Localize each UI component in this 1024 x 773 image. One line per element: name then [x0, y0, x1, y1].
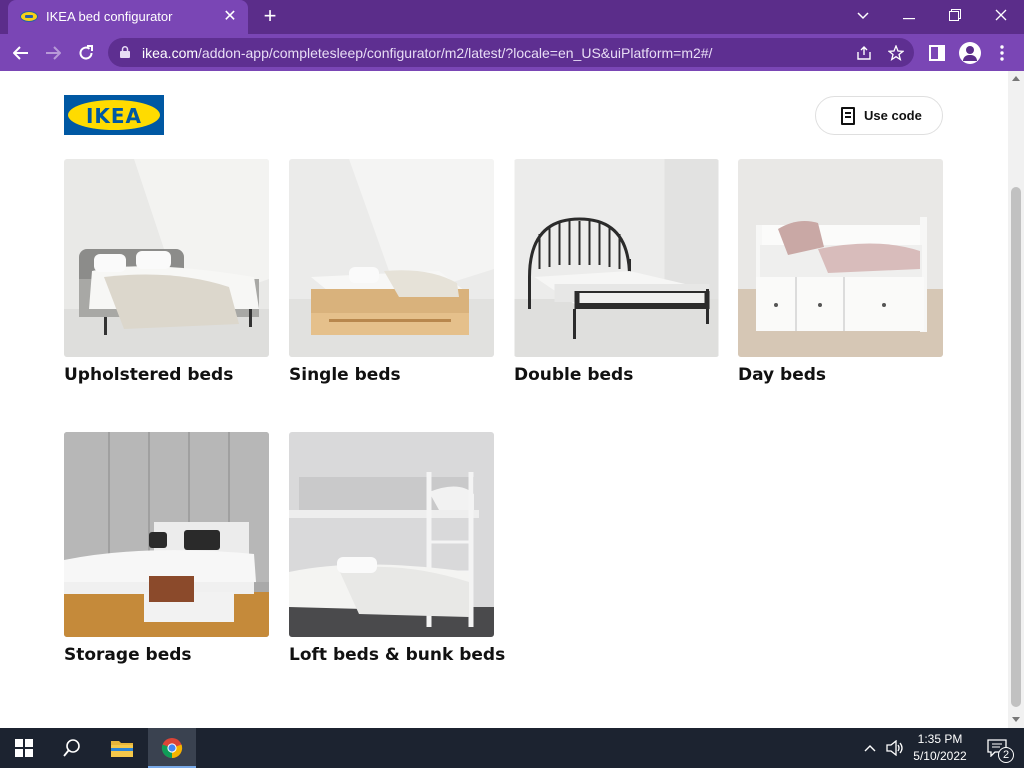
menu-kebab-icon[interactable]	[991, 42, 1013, 64]
scroll-thumb[interactable]	[1011, 187, 1021, 707]
forward-button[interactable]	[40, 40, 66, 66]
browser-tab[interactable]: IKEA bed configurator ✕	[8, 0, 248, 34]
browser-toolbar: ikea.com/addon-app/completesleep/configu…	[0, 34, 1024, 71]
ikea-logo[interactable]: IKEA	[64, 95, 164, 135]
storage-bed-image	[64, 432, 269, 637]
notification-count-badge: 2	[998, 747, 1014, 763]
new-tab-button[interactable]: +	[258, 5, 282, 29]
page-scrollbar[interactable]	[1008, 71, 1024, 728]
bookmark-star-icon[interactable]	[886, 43, 906, 63]
system-clock[interactable]: 1:35 PM 5/10/2022	[906, 731, 974, 765]
double-bed-image	[514, 159, 719, 357]
category-label[interactable]: Upholstered beds	[64, 365, 233, 385]
lock-icon[interactable]	[120, 46, 130, 58]
category-label[interactable]: Double beds	[514, 365, 633, 385]
tab-strip: IKEA bed configurator ✕ +	[0, 0, 1024, 34]
url-text[interactable]: ikea.com/addon-app/completesleep/configu…	[142, 45, 712, 61]
tab-search-chevron-icon[interactable]	[840, 0, 886, 32]
minimize-button[interactable]	[886, 0, 932, 32]
notifications-icon[interactable]: 2	[980, 728, 1014, 768]
start-button[interactable]	[0, 728, 48, 768]
page-viewport: IKEA Use code Upholstered beds Single be…	[0, 71, 1008, 728]
file-explorer-icon[interactable]	[98, 728, 146, 768]
category-label[interactable]: Loft beds & bunk beds	[289, 645, 505, 665]
day-bed-image	[738, 159, 943, 357]
show-hidden-icons-chevron-icon[interactable]	[860, 728, 880, 768]
restore-button[interactable]	[932, 0, 978, 32]
scroll-up-arrow-icon[interactable]	[1012, 76, 1020, 81]
profile-avatar-icon[interactable]	[959, 42, 981, 64]
volume-icon[interactable]	[884, 728, 906, 768]
back-button[interactable]	[8, 40, 34, 66]
clock-time: 1:35 PM	[917, 732, 963, 746]
scroll-down-arrow-icon[interactable]	[1012, 717, 1020, 722]
close-tab-icon[interactable]: ✕	[220, 7, 240, 27]
single-bed-image	[289, 159, 494, 357]
address-bar[interactable]: ikea.com/addon-app/completesleep/configu…	[108, 38, 914, 67]
windows-taskbar: 1:35 PM 5/10/2022 2	[0, 728, 1024, 768]
ikea-favicon-icon	[20, 11, 38, 22]
clock-date: 5/10/2022	[913, 749, 967, 763]
logo-text: IKEA	[85, 104, 143, 128]
use-code-button[interactable]: Use code	[815, 96, 943, 135]
receipt-icon	[841, 107, 855, 125]
loft-bunk-bed-image	[289, 432, 494, 637]
chrome-taskbar-icon[interactable]	[148, 728, 196, 768]
category-label[interactable]: Storage beds	[64, 645, 192, 665]
search-icon[interactable]	[48, 728, 96, 768]
reload-button[interactable]	[73, 40, 99, 66]
upholstered-bed-image	[64, 159, 269, 357]
close-window-button[interactable]	[978, 0, 1024, 32]
side-panel-icon[interactable]	[926, 42, 948, 64]
share-icon[interactable]	[854, 43, 874, 63]
tab-title: IKEA bed configurator	[46, 9, 173, 24]
category-label[interactable]: Single beds	[289, 365, 401, 385]
use-code-label: Use code	[864, 108, 922, 123]
category-label[interactable]: Day beds	[738, 365, 826, 385]
